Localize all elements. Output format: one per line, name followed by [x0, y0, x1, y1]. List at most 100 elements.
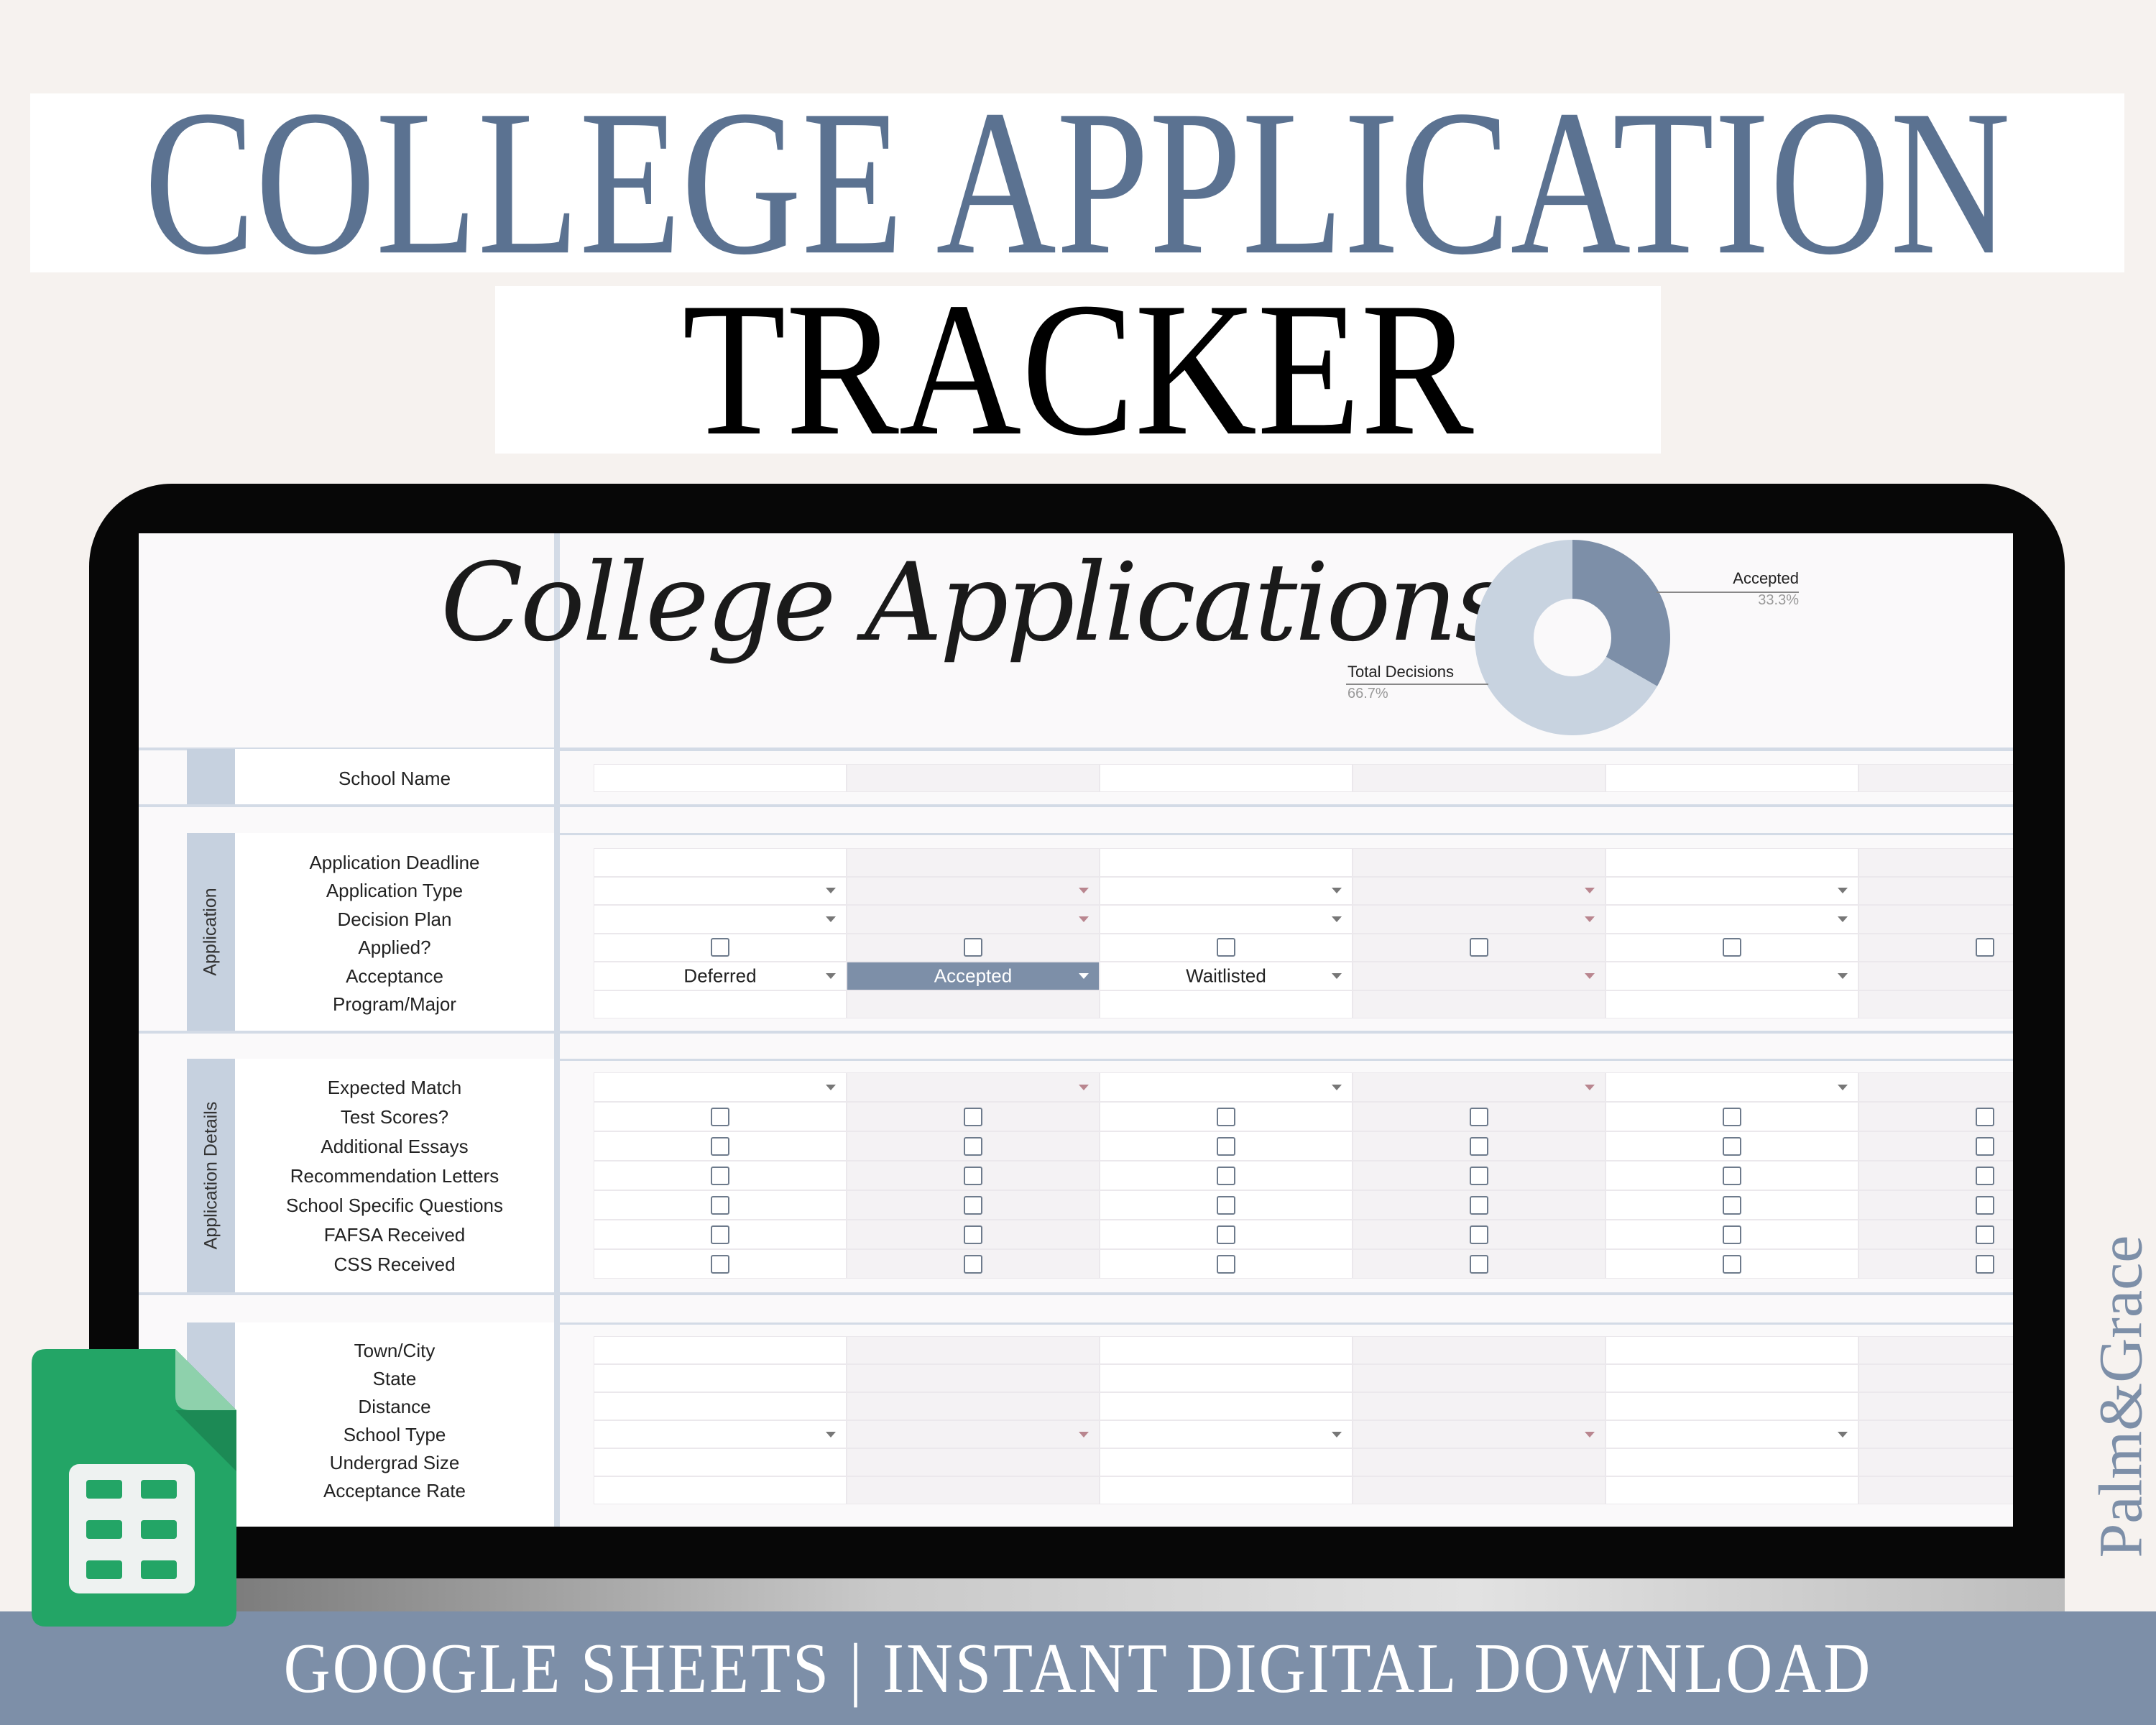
checkbox-cell[interactable]: [1858, 1161, 2013, 1190]
checkbox[interactable]: [964, 938, 982, 957]
checkbox[interactable]: [1217, 1254, 1235, 1274]
checkbox-cell[interactable]: [1100, 1102, 1353, 1131]
checkbox[interactable]: [1976, 1225, 1994, 1244]
text-cell[interactable]: [1858, 1476, 2013, 1504]
checkbox[interactable]: [964, 1107, 982, 1126]
checkbox-cell[interactable]: [847, 1102, 1100, 1131]
checkbox[interactable]: [1470, 1107, 1488, 1126]
text-cell[interactable]: [847, 848, 1100, 877]
dropdown-cell[interactable]: [1858, 1072, 2013, 1102]
checkbox-cell[interactable]: [847, 1249, 1100, 1279]
dropdown-cell[interactable]: [1858, 962, 2013, 990]
dropdown-arrow-icon[interactable]: [1838, 972, 1848, 979]
dropdown-arrow-icon[interactable]: [1332, 888, 1342, 894]
dropdown-cell[interactable]: [1100, 876, 1353, 905]
text-cell[interactable]: [1858, 1336, 2013, 1364]
text-cell[interactable]: [594, 1476, 847, 1504]
text-cell[interactable]: [594, 1448, 847, 1476]
text-cell[interactable]: [1353, 1448, 1606, 1476]
dropdown-arrow-icon[interactable]: [1585, 888, 1595, 894]
dropdown-cell[interactable]: [1353, 905, 1606, 934]
dropdown-cell[interactable]: [1606, 876, 1858, 905]
dropdown-cell[interactable]: [1858, 1420, 2013, 1448]
text-cell[interactable]: [1353, 1392, 1606, 1420]
checkbox[interactable]: [1976, 1254, 1994, 1274]
checkbox[interactable]: [964, 1195, 982, 1215]
text-cell[interactable]: [1858, 990, 2013, 1018]
dropdown-arrow-icon[interactable]: [1079, 888, 1089, 894]
dropdown-cell[interactable]: [1858, 905, 2013, 934]
text-cell[interactable]: [1353, 990, 1606, 1018]
text-cell[interactable]: [1606, 1336, 1858, 1364]
checkbox[interactable]: [1217, 1136, 1235, 1156]
text-cell[interactable]: [1606, 764, 1858, 792]
checkbox-cell[interactable]: [847, 933, 1100, 962]
text-cell[interactable]: [1606, 848, 1858, 877]
text-cell[interactable]: [594, 990, 847, 1018]
checkbox[interactable]: [1470, 1136, 1488, 1156]
text-cell[interactable]: [594, 764, 847, 792]
checkbox-cell[interactable]: [847, 1220, 1100, 1249]
checkbox-cell[interactable]: [1353, 1102, 1606, 1131]
dropdown-arrow-icon[interactable]: [1079, 916, 1089, 922]
checkbox[interactable]: [711, 938, 729, 957]
checkbox[interactable]: [1470, 1195, 1488, 1215]
checkbox[interactable]: [1723, 1225, 1741, 1244]
text-cell[interactable]: [594, 1364, 847, 1392]
checkbox-cell[interactable]: [1858, 1102, 2013, 1131]
checkbox-cell[interactable]: [1606, 1102, 1858, 1131]
checkbox-cell[interactable]: [1353, 1249, 1606, 1279]
checkbox[interactable]: [711, 1107, 729, 1126]
text-cell[interactable]: [1606, 990, 1858, 1018]
checkbox[interactable]: [1470, 1225, 1488, 1244]
checkbox-cell[interactable]: [847, 1131, 1100, 1161]
checkbox[interactable]: [964, 1254, 982, 1274]
dropdown-arrow-icon[interactable]: [1838, 888, 1848, 894]
dropdown-arrow-icon[interactable]: [1332, 1431, 1342, 1438]
text-cell[interactable]: [1100, 1364, 1353, 1392]
dropdown-arrow-icon[interactable]: [1332, 916, 1342, 922]
dropdown-cell[interactable]: [594, 905, 847, 934]
checkbox-cell[interactable]: [1858, 1249, 2013, 1279]
checkbox-cell[interactable]: [594, 1131, 847, 1161]
dropdown-cell[interactable]: [847, 1420, 1100, 1448]
text-cell[interactable]: [847, 764, 1100, 792]
dropdown-cell[interactable]: [1606, 905, 1858, 934]
checkbox-cell[interactable]: [1606, 1220, 1858, 1249]
checkbox[interactable]: [1470, 1166, 1488, 1185]
dropdown-arrow-icon[interactable]: [1079, 1084, 1089, 1090]
checkbox-cell[interactable]: [1100, 933, 1353, 962]
text-cell[interactable]: [847, 1476, 1100, 1504]
checkbox-cell[interactable]: [594, 933, 847, 962]
checkbox-cell[interactable]: [1100, 1220, 1353, 1249]
checkbox[interactable]: [1976, 1136, 1994, 1156]
dropdown-arrow-icon[interactable]: [1332, 1084, 1342, 1090]
checkbox[interactable]: [1976, 938, 1994, 957]
text-cell[interactable]: [1100, 1476, 1353, 1504]
text-cell[interactable]: [1858, 1448, 2013, 1476]
checkbox-cell[interactable]: [847, 1161, 1100, 1190]
dropdown-cell[interactable]: [1858, 876, 2013, 905]
text-cell[interactable]: [1100, 990, 1353, 1018]
checkbox-cell[interactable]: [594, 1161, 847, 1190]
text-cell[interactable]: [594, 1392, 847, 1420]
checkbox-cell[interactable]: [1606, 1161, 1858, 1190]
text-cell[interactable]: [1606, 1364, 1858, 1392]
checkbox-cell[interactable]: [847, 1190, 1100, 1220]
checkbox[interactable]: [1723, 1166, 1741, 1185]
checkbox-cell[interactable]: [1100, 1131, 1353, 1161]
checkbox-cell[interactable]: [1606, 1190, 1858, 1220]
text-cell[interactable]: [1353, 764, 1606, 792]
dropdown-cell[interactable]: [1606, 1420, 1858, 1448]
checkbox[interactable]: [1723, 938, 1741, 957]
checkbox[interactable]: [1217, 1166, 1235, 1185]
dropdown-arrow-icon[interactable]: [826, 1084, 836, 1090]
text-cell[interactable]: [1100, 1336, 1353, 1364]
dropdown-arrow-icon[interactable]: [1079, 972, 1089, 979]
checkbox[interactable]: [711, 1166, 729, 1185]
dropdown-cell[interactable]: [1353, 1072, 1606, 1102]
checkbox-cell[interactable]: [1353, 1161, 1606, 1190]
checkbox[interactable]: [711, 1254, 729, 1274]
dropdown-arrow-icon[interactable]: [826, 916, 836, 922]
checkbox-cell[interactable]: [1858, 1190, 2013, 1220]
